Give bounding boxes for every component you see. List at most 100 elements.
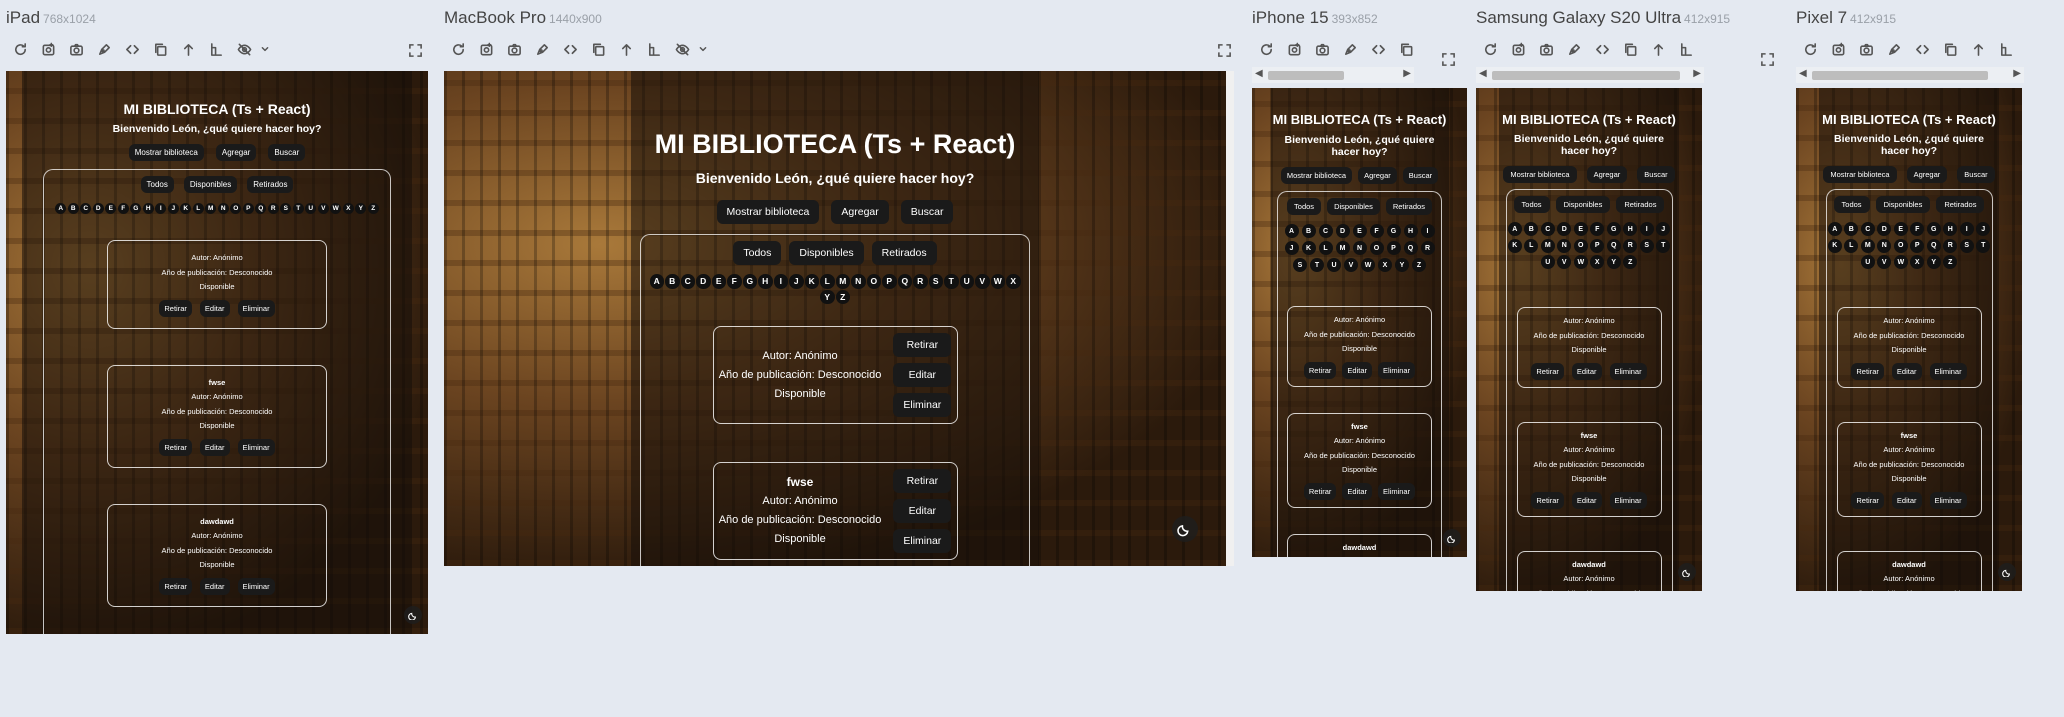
letter-button-c[interactable]: C	[1540, 222, 1555, 236]
letter-button-b[interactable]: B	[67, 203, 79, 214]
pen-icon[interactable]	[1880, 38, 1908, 60]
delete-button[interactable]: Eliminar	[1609, 362, 1647, 380]
delete-button[interactable]: Eliminar	[893, 529, 952, 553]
letter-button-o[interactable]: O	[1573, 238, 1588, 253]
letter-button-y[interactable]: Y	[820, 289, 835, 304]
letter-button-o[interactable]: O	[230, 203, 242, 214]
letter-button-o[interactable]: O	[1893, 238, 1908, 253]
filter-available-button[interactable]: Disponibles	[1875, 196, 1931, 213]
camera-icon[interactable]	[1852, 38, 1880, 60]
letter-button-h[interactable]: H	[1403, 224, 1418, 238]
withdraw-button[interactable]: Retirar	[1531, 362, 1564, 380]
letter-button-a[interactable]: A	[55, 203, 67, 214]
letter-button-w[interactable]: W	[330, 203, 342, 214]
show-library-button[interactable]: Mostrar biblioteca	[716, 200, 820, 224]
letter-button-x[interactable]: X	[1006, 274, 1021, 289]
letter-button-j[interactable]: J	[167, 203, 179, 214]
show-library-button[interactable]: Mostrar biblioteca	[1280, 167, 1353, 184]
letter-button-c[interactable]: C	[680, 274, 695, 289]
letter-button-v[interactable]: V	[975, 274, 990, 289]
rotate-icon[interactable]	[1992, 38, 2020, 60]
letter-button-r[interactable]: R	[1943, 238, 1958, 253]
letter-button-a[interactable]: A	[1507, 222, 1522, 236]
add-button[interactable]: Agregar	[1906, 166, 1948, 183]
code-icon[interactable]	[1908, 38, 1936, 60]
letter-button-g[interactable]: G	[1606, 222, 1621, 236]
copy-icon[interactable]	[1616, 38, 1644, 60]
upload-icon[interactable]	[1964, 38, 1992, 60]
show-library-button[interactable]: Mostrar biblioteca	[1823, 166, 1897, 183]
letter-button-s[interactable]: S	[280, 203, 292, 214]
letter-button-z[interactable]: Z	[367, 203, 379, 214]
edit-button[interactable]: Editar	[1891, 491, 1922, 509]
letter-button-b[interactable]: B	[665, 274, 680, 289]
camera-icon[interactable]	[62, 38, 90, 60]
letter-button-l[interactable]: L	[1318, 241, 1333, 255]
letter-button-q[interactable]: Q	[1403, 241, 1418, 255]
edit-button[interactable]: Editar	[199, 577, 230, 595]
letter-button-d[interactable]: D	[1335, 224, 1350, 238]
code-icon[interactable]	[1588, 38, 1616, 60]
letter-button-i[interactable]: I	[773, 274, 788, 289]
withdraw-button[interactable]: Retirar	[893, 469, 952, 493]
letter-button-i[interactable]: I	[1639, 222, 1654, 236]
screenshot-icon[interactable]	[1824, 38, 1852, 60]
fullscreen-icon[interactable]	[1439, 50, 1457, 68]
letter-button-l[interactable]: L	[1844, 238, 1859, 253]
search-button[interactable]: Buscar	[268, 144, 306, 161]
code-icon[interactable]	[556, 38, 584, 60]
letter-button-i[interactable]: I	[1959, 222, 1974, 236]
letter-button-p[interactable]: P	[242, 203, 254, 214]
screenshot-icon[interactable]	[472, 38, 500, 60]
screenshot-icon[interactable]	[1504, 38, 1532, 60]
letter-button-s[interactable]: S	[1959, 238, 1974, 253]
camera-icon[interactable]	[1308, 38, 1336, 60]
filter-withdrawn-button[interactable]: Retirados	[1616, 196, 1665, 213]
withdraw-button[interactable]: Retirar	[893, 333, 952, 357]
letter-button-b[interactable]: B	[1301, 224, 1316, 238]
letter-button-c[interactable]: C	[1860, 222, 1875, 236]
letter-button-c[interactable]: C	[80, 203, 92, 214]
letter-button-w[interactable]: W	[990, 274, 1005, 289]
copy-icon[interactable]	[146, 38, 174, 60]
letter-button-m[interactable]: M	[1860, 238, 1875, 253]
letter-button-i[interactable]: I	[1420, 224, 1435, 238]
letter-button-r[interactable]: R	[267, 203, 279, 214]
letter-button-b[interactable]: B	[1844, 222, 1859, 236]
withdraw-button[interactable]: Retirar	[159, 299, 192, 317]
letter-button-e[interactable]: E	[1893, 222, 1908, 236]
pen-icon[interactable]	[1336, 38, 1364, 60]
letter-button-n[interactable]: N	[1877, 238, 1892, 253]
letter-button-m[interactable]: M	[205, 203, 217, 214]
letter-button-x[interactable]: X	[1910, 255, 1925, 269]
letter-button-r[interactable]: R	[1623, 238, 1638, 253]
letter-button-g[interactable]: G	[742, 274, 757, 289]
letter-button-u[interactable]: U	[959, 274, 974, 289]
letter-button-n[interactable]: N	[1557, 238, 1572, 253]
letter-button-d[interactable]: D	[1877, 222, 1892, 236]
edit-button[interactable]: Editar	[1571, 362, 1602, 380]
letter-button-v[interactable]: V	[1877, 255, 1892, 269]
upload-icon[interactable]	[1644, 38, 1672, 60]
letter-button-d[interactable]: D	[1557, 222, 1572, 236]
code-icon[interactable]	[118, 38, 146, 60]
letter-button-m[interactable]: M	[1335, 241, 1350, 255]
edit-button[interactable]: Editar	[1571, 491, 1602, 509]
letter-button-j[interactable]: J	[1284, 241, 1299, 255]
letter-button-k[interactable]: K	[804, 274, 819, 289]
letter-button-f[interactable]: F	[1590, 222, 1605, 236]
letter-button-e[interactable]: E	[711, 274, 726, 289]
edit-button[interactable]: Editar	[199, 299, 230, 317]
chevron-down-icon[interactable]	[696, 38, 710, 60]
letter-button-g[interactable]: G	[130, 203, 142, 214]
letter-button-g[interactable]: G	[1926, 222, 1941, 236]
letter-button-t[interactable]: T	[292, 203, 304, 214]
fullscreen-icon[interactable]	[406, 41, 424, 59]
add-button[interactable]: Agregar	[1358, 167, 1397, 184]
letter-button-w[interactable]: W	[1893, 255, 1908, 269]
filter-available-button[interactable]: Disponibles	[1555, 196, 1611, 213]
letter-button-h[interactable]: H	[142, 203, 154, 214]
filter-withdrawn-button[interactable]: Retirados	[1385, 198, 1432, 215]
letter-button-w[interactable]: W	[1361, 258, 1375, 272]
withdraw-button[interactable]: Retirar	[1303, 482, 1337, 500]
